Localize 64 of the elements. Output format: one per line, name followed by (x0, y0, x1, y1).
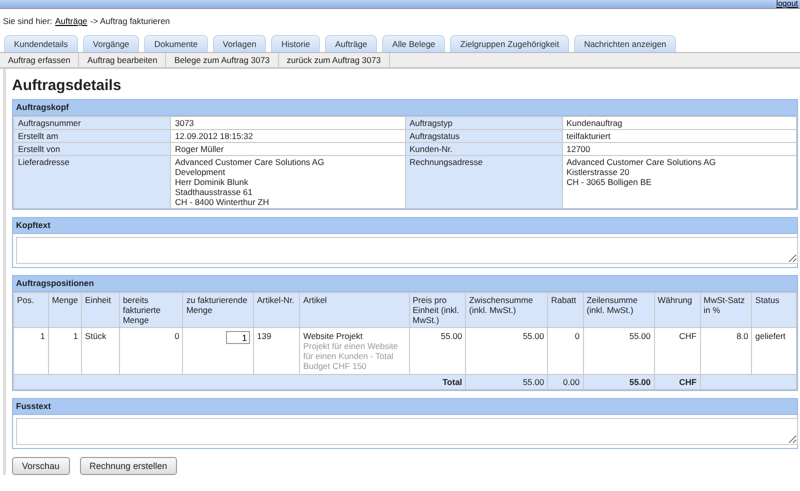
field-label: Erstellt von (14, 142, 170, 156)
tab[interactable]: Vorlagen (212, 35, 266, 52)
breadcrumb-label: Sie sind hier: (3, 16, 52, 28)
field-label: Erstellt am (14, 130, 170, 142)
column-header: Währung (654, 292, 700, 328)
action-button[interactable]: Vorschau (12, 457, 70, 475)
field-value: 12700 (562, 142, 796, 156)
page-title: Auftragsdetails (12, 77, 122, 94)
total-cell: 55.00 (583, 374, 654, 390)
tab[interactable]: Alle Belege (382, 35, 446, 52)
header-text-field[interactable] (16, 237, 798, 264)
field-label: Lieferadresse (14, 156, 170, 208)
total-label: Total (14, 374, 466, 390)
field-label: Auftragstyp (405, 116, 562, 130)
tab[interactable]: Vorgänge (82, 35, 140, 52)
subnav-item[interactable]: Auftrag erfassen (0, 53, 80, 67)
field-value: teilfakturiert (562, 130, 796, 142)
column-header: Artikel (300, 292, 410, 328)
tab[interactable]: Zielgruppen Zugehörigkeit (450, 35, 570, 52)
field-value: Advanced Customer Care Solutions AG Development Herr Dominik Blunk Stadthausstrasse 61 CH - 8400 Winterthur ZH (170, 156, 405, 208)
quantity-field[interactable]: 1 (226, 331, 250, 344)
subnav-item[interactable]: zurück zum Auftrag 3073 (278, 53, 390, 67)
section-title: Fusstext (13, 399, 797, 415)
field-label: Auftragstatus (405, 130, 562, 142)
tab[interactable]: Dokumente (144, 35, 208, 52)
column-header: Einheit (82, 292, 120, 328)
article-name: Website Projekt (303, 331, 364, 341)
breadcrumb-current: -> Auftrag fakturieren (90, 16, 170, 28)
total-cell: CHF (654, 374, 700, 390)
column-header: Status (752, 292, 796, 328)
breadcrumb-link[interactable]: Aufträge (55, 16, 88, 28)
field-value: Roger Müller (170, 142, 405, 156)
field-label: Auftragsnummer (14, 116, 170, 130)
column-header: Rabatt (548, 292, 584, 328)
column-header: Zeilensumme (inkl. MwSt.) (583, 292, 654, 328)
tab[interactable]: Historie (271, 35, 320, 52)
section-title: Auftragskopf (13, 100, 797, 116)
column-header: Artikel-Nr. (253, 292, 300, 328)
total-cell: 0.00 (548, 374, 584, 390)
field-label: Rechnungsadresse (405, 156, 562, 208)
field-label: Kunden-Nr. (405, 142, 562, 156)
footer-text-field[interactable] (16, 418, 798, 445)
subnav-item[interactable]: Belege zum Auftrag 3073 (166, 53, 279, 67)
column-header: bereits fakturierte Menge (119, 292, 183, 328)
tab[interactable]: Nachrichten anzeigen (574, 35, 676, 52)
column-header: Preis pro Einheit (inkl. MwSt.) (409, 292, 466, 328)
column-header: Zwischensumme (inkl. MwSt.) (466, 292, 548, 328)
field-value: Kundenauftrag (562, 116, 796, 130)
column-header: Menge (48, 292, 82, 328)
field-value: 12.09.2012 18:15:32 (170, 130, 405, 142)
field-value: Advanced Customer Care Solutions AG Kistlerstrasse 20 CH - 3065 Bolligen BE (562, 156, 796, 208)
logout-link[interactable]: logout (776, 0, 798, 8)
subnav-item[interactable]: Auftrag bearbeiten (79, 53, 166, 67)
section-title: Kopftext (13, 218, 797, 234)
article-description: Projekt für einen Website für einen Kunden - Total Budget CHF 150 (303, 341, 400, 371)
tab[interactable]: Aufträge (325, 35, 378, 52)
action-button[interactable]: Rechnung erstellen (80, 457, 178, 475)
column-header: zu fakturierende Menge (182, 292, 254, 328)
column-header: MwSt-Satz in % (700, 292, 752, 328)
total-cell: 55.00 (466, 374, 548, 390)
tab[interactable]: Kundendetails (4, 35, 78, 52)
column-header: Pos. (14, 292, 49, 328)
section-title: Auftragspositionen (13, 276, 797, 292)
field-value: 3073 (170, 116, 405, 130)
